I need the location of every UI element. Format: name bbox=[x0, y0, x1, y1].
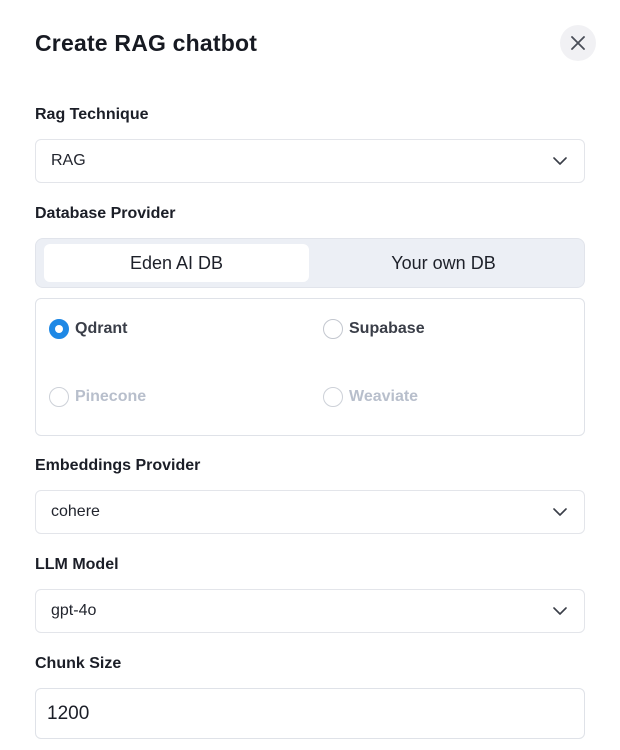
radio-pinecone[interactable]: Pinecone bbox=[49, 387, 146, 407]
chevron-down-icon bbox=[552, 603, 568, 619]
chunk-size-input[interactable]: 1200 bbox=[35, 688, 585, 739]
radio-circle bbox=[49, 387, 69, 407]
embeddings-provider-select[interactable]: cohere bbox=[35, 490, 585, 534]
database-provider-label: Database Provider bbox=[35, 205, 176, 222]
close-button[interactable] bbox=[560, 25, 596, 61]
radio-label: Supabase bbox=[349, 320, 425, 337]
close-icon bbox=[571, 36, 585, 50]
llm-model-label: LLM Model bbox=[35, 556, 119, 573]
chunk-size-label: Chunk Size bbox=[35, 655, 122, 672]
rag-technique-value: RAG bbox=[51, 152, 86, 169]
dialog-title: Create RAG chatbot bbox=[35, 30, 258, 56]
embeddings-provider-label: Embeddings Provider bbox=[35, 457, 201, 474]
radio-supabase[interactable]: Supabase bbox=[323, 319, 425, 339]
chevron-down-icon bbox=[552, 153, 568, 169]
radio-label: Weaviate bbox=[349, 388, 419, 405]
radio-label: Qdrant bbox=[75, 320, 128, 337]
llm-model-value: gpt-4o bbox=[51, 602, 97, 619]
llm-model-select[interactable]: gpt-4o bbox=[35, 589, 585, 633]
database-options-group: Qdrant Supabase Pinecone Weaviate bbox=[35, 298, 585, 436]
create-rag-chatbot-dialog: Create RAG chatbot Rag Technique RAG Dat… bbox=[0, 0, 620, 750]
radio-circle bbox=[323, 319, 343, 339]
embeddings-provider-value: cohere bbox=[51, 503, 100, 520]
database-provider-segmented-control: Eden AI DB Your own DB bbox=[35, 238, 585, 288]
radio-circle bbox=[323, 387, 343, 407]
radio-circle bbox=[49, 319, 69, 339]
chunk-size-value: 1200 bbox=[47, 702, 90, 724]
rag-technique-label: Rag Technique bbox=[35, 106, 149, 123]
radio-qdrant[interactable]: Qdrant bbox=[49, 319, 127, 339]
rag-technique-select[interactable]: RAG bbox=[35, 139, 585, 183]
radio-weaviate[interactable]: Weaviate bbox=[323, 387, 418, 407]
tab-your-own-db[interactable]: Your own DB bbox=[311, 244, 576, 282]
tab-eden-ai-db[interactable]: Eden AI DB bbox=[44, 244, 309, 282]
chevron-down-icon bbox=[552, 504, 568, 520]
radio-label: Pinecone bbox=[75, 388, 147, 405]
